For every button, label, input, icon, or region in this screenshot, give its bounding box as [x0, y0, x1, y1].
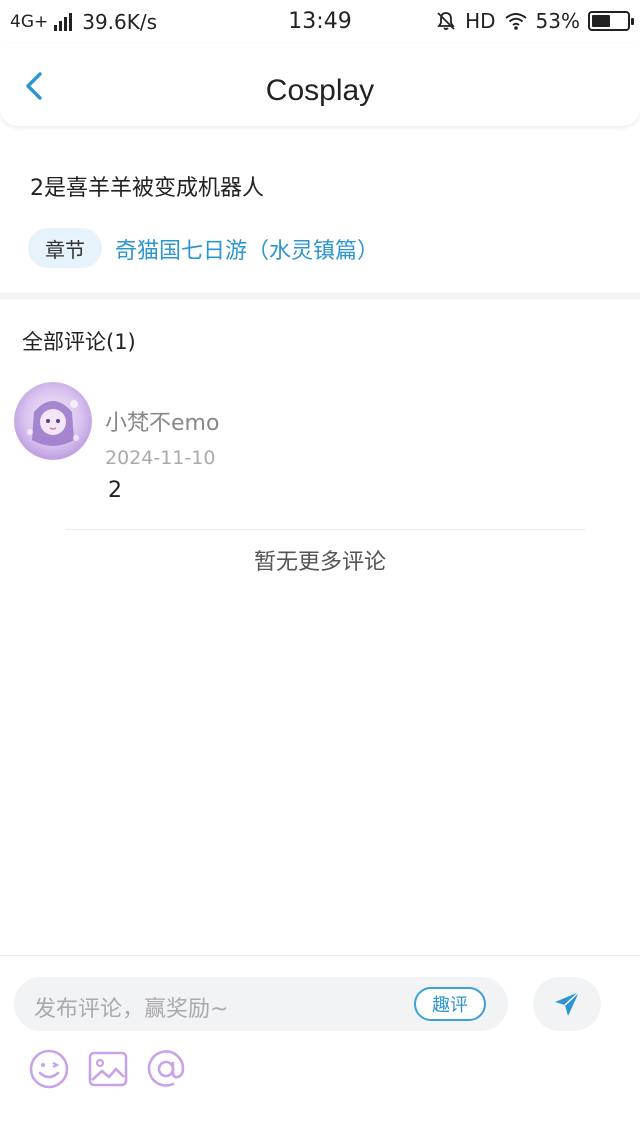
image-icon[interactable]: [87, 1048, 129, 1090]
chapter-link[interactable]: 奇猫国七日游（水灵镇篇）: [115, 233, 379, 265]
send-icon: [555, 991, 580, 1016]
comment-body: 2: [108, 478, 122, 503]
comments-header: 全部评论(1): [22, 330, 136, 354]
battery-icon: [588, 11, 634, 31]
status-right: HD 53%: [427, 9, 634, 33]
hd-indicator: HD: [465, 9, 496, 33]
page-title: Cosplay: [265, 74, 375, 107]
avatar[interactable]: [14, 382, 92, 460]
post-text: 2是喜羊羊被变成机器人: [30, 176, 264, 201]
battery-level: [592, 15, 610, 27]
status-bar: 4G+ 39.6K/s 13:49 HD 53%: [0, 0, 640, 44]
battery-percent: 53%: [535, 9, 580, 33]
send-button[interactable]: [533, 977, 601, 1031]
comment-composer: 发布评论，赢奖励~ 趣评: [0, 955, 640, 1138]
comment-divider: [66, 529, 586, 530]
no-more-comments: 暂无更多评论: [253, 550, 386, 575]
comment-placeholder: 发布评论，赢奖励~: [34, 997, 229, 1022]
section-divider: [0, 293, 640, 299]
wifi-icon: [504, 13, 527, 30]
mention-icon[interactable]: [145, 1048, 187, 1090]
top-nav-bar: Cosplay: [0, 44, 640, 126]
emoji-icon[interactable]: [28, 1048, 70, 1090]
comment-input[interactable]: 发布评论，赢奖励~ 趣评: [14, 977, 508, 1031]
comment-date: 2024-11-10: [105, 447, 216, 469]
quping-button[interactable]: 趣评: [414, 987, 486, 1021]
mute-bell-icon: [437, 12, 455, 30]
comment-username[interactable]: 小梵不emo: [105, 405, 219, 437]
avatar-image: [14, 382, 92, 460]
screen: 4G+ 39.6K/s 13:49 HD 53% Cosplay 2是喜羊羊被变…: [0, 0, 640, 1138]
chapter-tag: 章节: [28, 228, 102, 268]
